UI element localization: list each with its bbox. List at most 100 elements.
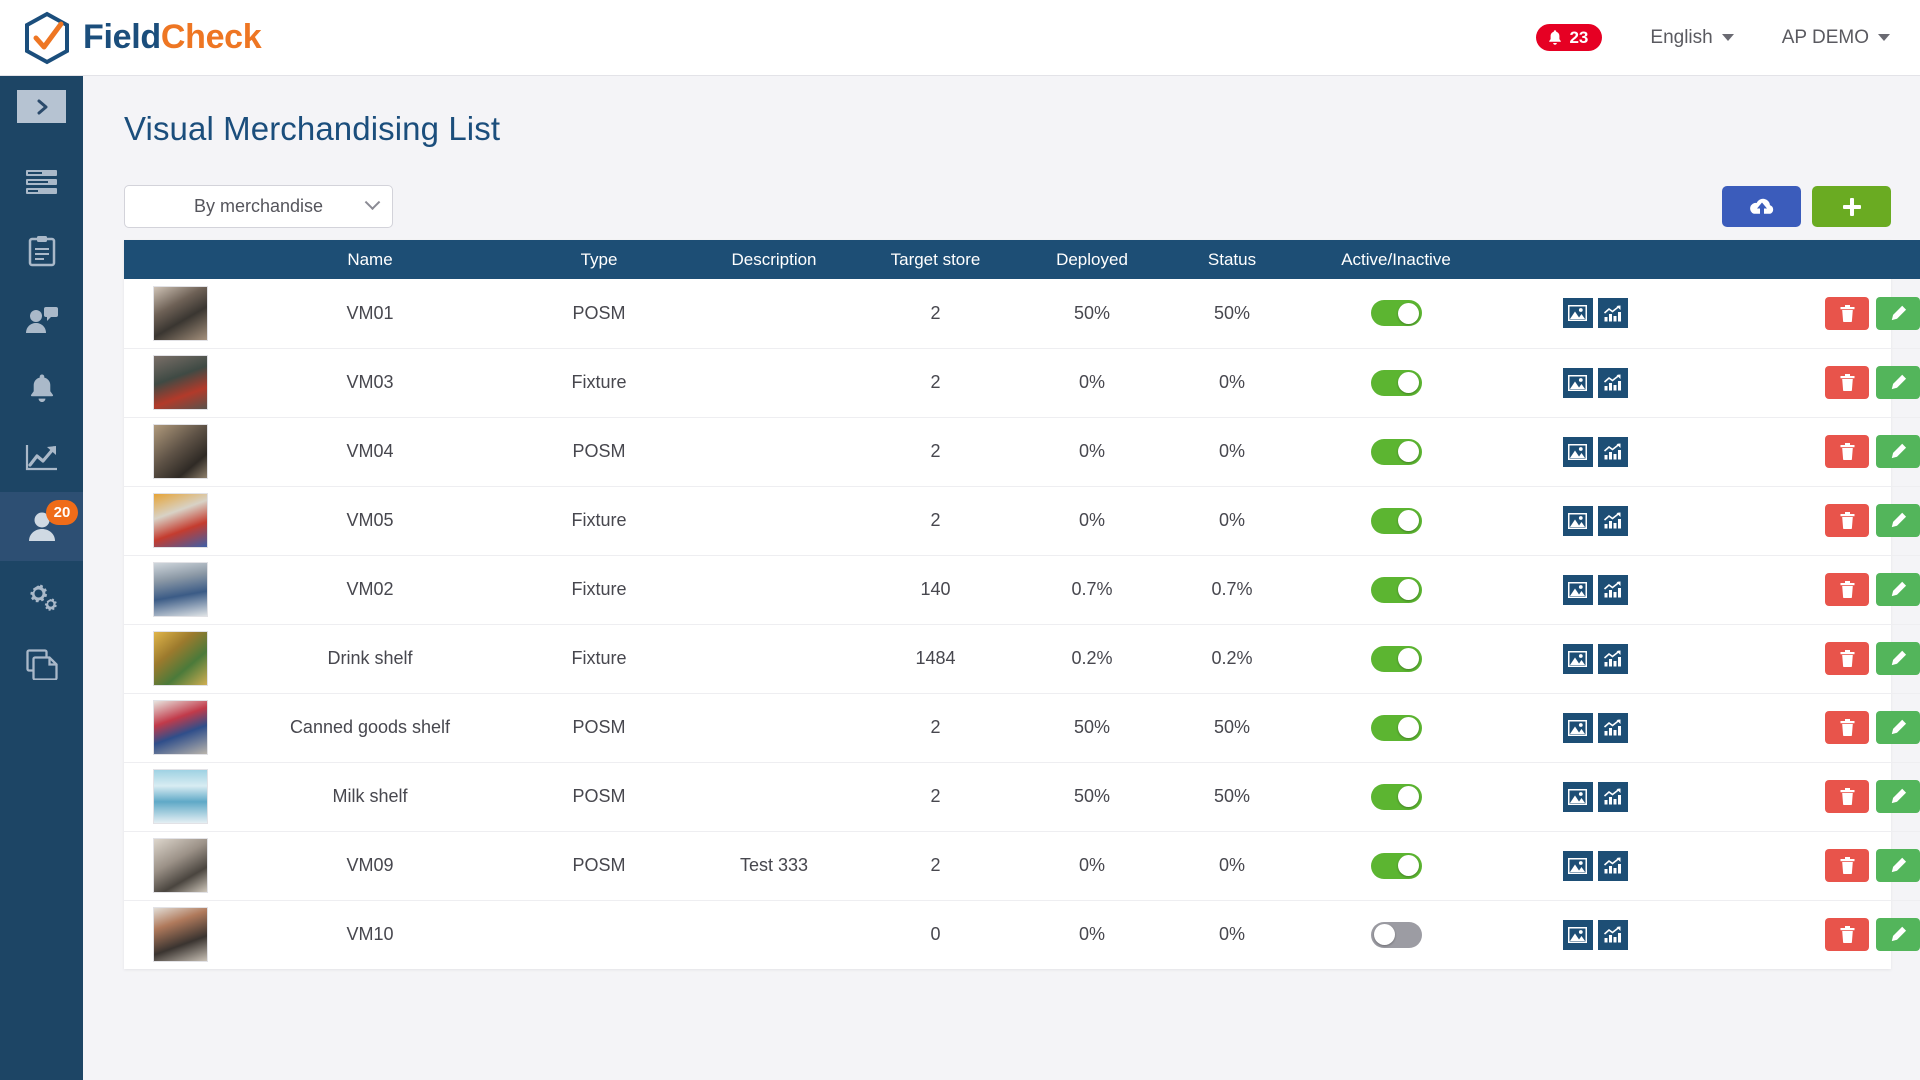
table-row: VM05 Fixture 2 0% 0% bbox=[124, 486, 1920, 556]
active-toggle[interactable] bbox=[1370, 645, 1422, 672]
sidebar-expand-button[interactable] bbox=[17, 90, 66, 123]
sidebar-item-tasks[interactable] bbox=[0, 216, 83, 285]
cell-spacer bbox=[1695, 831, 1825, 901]
delete-button[interactable] bbox=[1825, 573, 1869, 606]
view-images-button[interactable] bbox=[1562, 712, 1593, 743]
cell-target-store: 2 bbox=[854, 417, 1017, 487]
cloud-upload-icon bbox=[1749, 198, 1773, 214]
sidebar-item-notifications[interactable] bbox=[0, 354, 83, 423]
active-toggle[interactable] bbox=[1370, 714, 1422, 741]
pencil-icon bbox=[1891, 443, 1906, 459]
edit-button[interactable] bbox=[1876, 918, 1920, 952]
view-report-button[interactable] bbox=[1597, 436, 1628, 467]
delete-button[interactable] bbox=[1825, 849, 1869, 882]
cell-type: Fixture bbox=[504, 624, 694, 694]
view-report-button[interactable] bbox=[1597, 643, 1628, 674]
table-row: Milk shelf POSM 2 50% 50% bbox=[124, 762, 1920, 832]
sidebar-item-settings[interactable] bbox=[0, 561, 83, 630]
add-button[interactable] bbox=[1812, 186, 1891, 227]
delete-button[interactable] bbox=[1825, 918, 1869, 952]
edit-button[interactable] bbox=[1876, 366, 1920, 399]
pencil-icon bbox=[1891, 927, 1906, 942]
language-selector[interactable]: English bbox=[1650, 27, 1734, 49]
view-report-button[interactable] bbox=[1597, 574, 1628, 605]
view-report-button[interactable] bbox=[1597, 850, 1628, 881]
active-toggle[interactable] bbox=[1370, 300, 1422, 327]
brand-logo[interactable]: FieldCheck bbox=[22, 11, 262, 65]
cell-target-store: 2 bbox=[854, 486, 1017, 556]
view-images-button[interactable] bbox=[1562, 436, 1593, 467]
edit-button[interactable] bbox=[1876, 849, 1920, 882]
sidebar-item-list[interactable] bbox=[0, 147, 83, 216]
delete-button[interactable] bbox=[1825, 504, 1869, 537]
cell-description bbox=[694, 762, 854, 832]
edit-button[interactable] bbox=[1876, 504, 1920, 537]
brand-name-second: Check bbox=[160, 18, 262, 56]
view-images-button[interactable] bbox=[1562, 781, 1593, 812]
cell-deployed: 0% bbox=[1017, 486, 1167, 556]
view-report-button[interactable] bbox=[1597, 505, 1628, 536]
delete-button[interactable] bbox=[1825, 366, 1869, 399]
cell-status: 0.7% bbox=[1167, 555, 1297, 625]
view-images-button[interactable] bbox=[1562, 919, 1593, 950]
active-toggle[interactable] bbox=[1370, 852, 1422, 879]
view-report-button[interactable] bbox=[1597, 367, 1628, 398]
edit-button[interactable] bbox=[1876, 642, 1920, 675]
sidebar-item-users[interactable]: 20 bbox=[0, 492, 83, 561]
table-row: VM01 POSM 2 50% 50% bbox=[124, 279, 1920, 349]
view-report-button[interactable] bbox=[1597, 919, 1628, 950]
active-toggle[interactable] bbox=[1370, 369, 1422, 396]
brand-name: FieldCheck bbox=[83, 18, 262, 57]
active-toggle[interactable] bbox=[1370, 921, 1422, 948]
active-toggle[interactable] bbox=[1370, 507, 1422, 534]
active-toggle[interactable] bbox=[1370, 576, 1422, 603]
cell-target-store: 2 bbox=[854, 279, 1017, 349]
edit-button[interactable] bbox=[1876, 711, 1920, 744]
edit-button[interactable] bbox=[1876, 780, 1920, 813]
cell-view-icons bbox=[1495, 762, 1695, 832]
view-images-button[interactable] bbox=[1562, 298, 1593, 329]
view-images-button[interactable] bbox=[1562, 850, 1593, 881]
cell-status: 0% bbox=[1167, 417, 1297, 487]
th-description: Description bbox=[694, 240, 854, 279]
view-report-button[interactable] bbox=[1597, 781, 1628, 812]
view-images-button[interactable] bbox=[1562, 367, 1593, 398]
notifications-badge[interactable]: 23 bbox=[1536, 24, 1603, 51]
edit-button[interactable] bbox=[1876, 296, 1920, 330]
bar-chart-icon bbox=[1603, 305, 1621, 322]
edit-button[interactable] bbox=[1876, 435, 1920, 468]
cell-row-actions bbox=[1825, 279, 1920, 349]
merchandising-table-card: Name Type Description Target store Deplo… bbox=[124, 240, 1920, 969]
cell-thumbnail bbox=[124, 279, 236, 349]
filter-by-select[interactable]: By merchandise bbox=[124, 185, 393, 228]
sidebar-item-documents[interactable] bbox=[0, 630, 83, 699]
view-images-button[interactable] bbox=[1562, 574, 1593, 605]
delete-button[interactable] bbox=[1825, 435, 1869, 468]
cell-row-actions bbox=[1825, 348, 1920, 418]
sidebar-item-reports[interactable] bbox=[0, 423, 83, 492]
upload-button[interactable] bbox=[1722, 186, 1801, 227]
clipboard-icon bbox=[28, 235, 55, 266]
sidebar-item-messages[interactable] bbox=[0, 285, 83, 354]
view-report-button[interactable] bbox=[1597, 712, 1628, 743]
cell-spacer bbox=[1695, 693, 1825, 763]
cell-spacer bbox=[1695, 624, 1825, 694]
view-images-button[interactable] bbox=[1562, 505, 1593, 536]
cell-type: Fixture bbox=[504, 555, 694, 625]
view-report-button[interactable] bbox=[1597, 298, 1628, 329]
delete-button[interactable] bbox=[1825, 642, 1869, 675]
delete-button[interactable] bbox=[1825, 296, 1869, 330]
pencil-icon bbox=[1891, 305, 1906, 320]
cell-row-actions bbox=[1825, 486, 1920, 556]
active-toggle[interactable] bbox=[1370, 783, 1422, 810]
cell-name: VM02 bbox=[236, 555, 504, 625]
toggle-knob bbox=[1397, 372, 1419, 393]
active-toggle[interactable] bbox=[1370, 438, 1422, 465]
bell-icon bbox=[30, 374, 53, 402]
cell-description bbox=[694, 555, 854, 625]
account-selector[interactable]: AP DEMO bbox=[1782, 27, 1890, 49]
edit-button[interactable] bbox=[1876, 573, 1920, 606]
delete-button[interactable] bbox=[1825, 780, 1869, 813]
delete-button[interactable] bbox=[1825, 711, 1869, 744]
view-images-button[interactable] bbox=[1562, 643, 1593, 674]
